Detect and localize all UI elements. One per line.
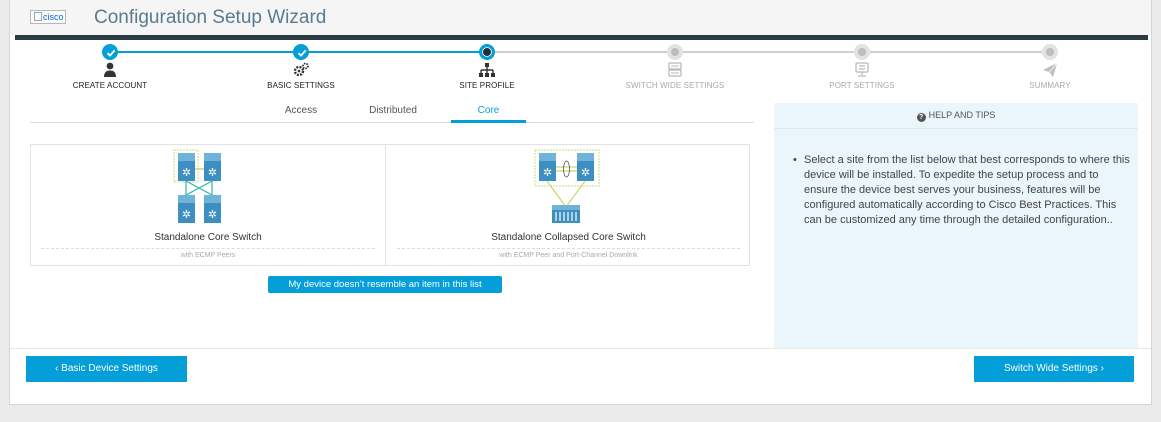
gears-icon	[293, 62, 309, 77]
step-label: PORT SETTINGS	[829, 81, 895, 90]
help-header: ? HELP AND TIPS	[774, 103, 1138, 129]
no-matching-device-button[interactable]: My device doesn’t resemble an item in th…	[268, 276, 502, 293]
step-label: BASIC SETTINGS	[267, 81, 335, 90]
tab-distributed[interactable]: Distributed	[358, 105, 428, 116]
svg-text:✲: ✲	[208, 167, 217, 179]
port-icon	[855, 62, 869, 77]
step-pending-icon	[1042, 44, 1058, 60]
step-complete-icon	[102, 44, 118, 60]
option-standalone-core-switch[interactable]: ✲ ✲ ✲ ✲ Standalone Core Switch with ECMP…	[31, 145, 386, 265]
step-complete-icon	[293, 44, 309, 60]
option-subtitle: with ECMP Peers	[180, 252, 236, 259]
sitemap-icon	[479, 63, 495, 77]
option-divider	[41, 248, 375, 249]
page-title: Configuration Setup Wizard	[94, 7, 327, 28]
active-tab-indicator	[451, 120, 526, 123]
option-title: Standalone Core Switch	[154, 232, 262, 243]
title-bar: cisco Configuration Setup Wizard	[10, 0, 1151, 35]
help-panel: ? HELP AND TIPS • Select a site from the …	[774, 103, 1138, 348]
help-tip-text: Select a site from the list below that b…	[804, 154, 1130, 226]
progress-track-todo	[487, 51, 1050, 53]
svg-text:✲: ✲	[182, 209, 191, 221]
help-tip: • Select a site from the list below that…	[792, 153, 1132, 228]
svg-text:✲: ✲	[581, 167, 590, 179]
svg-text:✲: ✲	[543, 167, 552, 179]
switch-stack-icon	[668, 62, 682, 77]
step-current-icon	[479, 44, 495, 60]
back-button[interactable]: ‹ Basic Device Settings	[26, 356, 187, 382]
bullet-icon: •	[793, 154, 797, 166]
step-pending-icon	[667, 44, 683, 60]
tab-access[interactable]: Access	[271, 105, 331, 116]
user-icon	[104, 62, 116, 77]
wizard-stepper: CREATE ACCOUNT BASIC SETTINGS SITE PROFI…	[10, 40, 1151, 96]
collapsed-core-topology-icon: ✲ ✲	[534, 149, 600, 223]
next-button[interactable]: Switch Wide Settings ›	[974, 356, 1134, 382]
help-title: HELP AND TIPS	[928, 110, 996, 120]
svg-text:✲: ✲	[182, 167, 191, 179]
topology-options: ✲ ✲ ✲ ✲ Standalone Core Switch with ECMP…	[30, 144, 750, 266]
step-label: SITE PROFILE	[459, 81, 515, 90]
svg-text:✲: ✲	[208, 209, 217, 221]
step-label: SWITCH WIDE SETTINGS	[625, 81, 725, 90]
wizard-window: cisco Configuration Setup Wizard CREATE …	[9, 0, 1152, 405]
core-switch-topology-icon: ✲ ✲ ✲ ✲	[173, 149, 221, 223]
profile-tabs: Access Distributed Core	[30, 103, 754, 123]
step-pending-icon	[854, 44, 870, 60]
step-label: CREATE ACCOUNT	[72, 81, 148, 90]
question-circle-icon: ?	[916, 113, 926, 122]
option-divider	[397, 248, 740, 249]
tab-core[interactable]: Core	[451, 105, 526, 116]
option-title: Standalone Collapsed Core Switch	[491, 232, 646, 243]
send-icon	[1043, 62, 1058, 77]
step-label: SUMMARY	[1029, 81, 1071, 90]
cisco-logo: cisco	[30, 10, 66, 24]
option-standalone-collapsed-core-switch[interactable]: ✲ ✲ Standalone Collapsed Core Switch wit…	[387, 145, 750, 265]
option-subtitle: with ECMP Peer and Port-Channel Downlink	[499, 252, 638, 259]
footer-divider	[10, 348, 1151, 349]
